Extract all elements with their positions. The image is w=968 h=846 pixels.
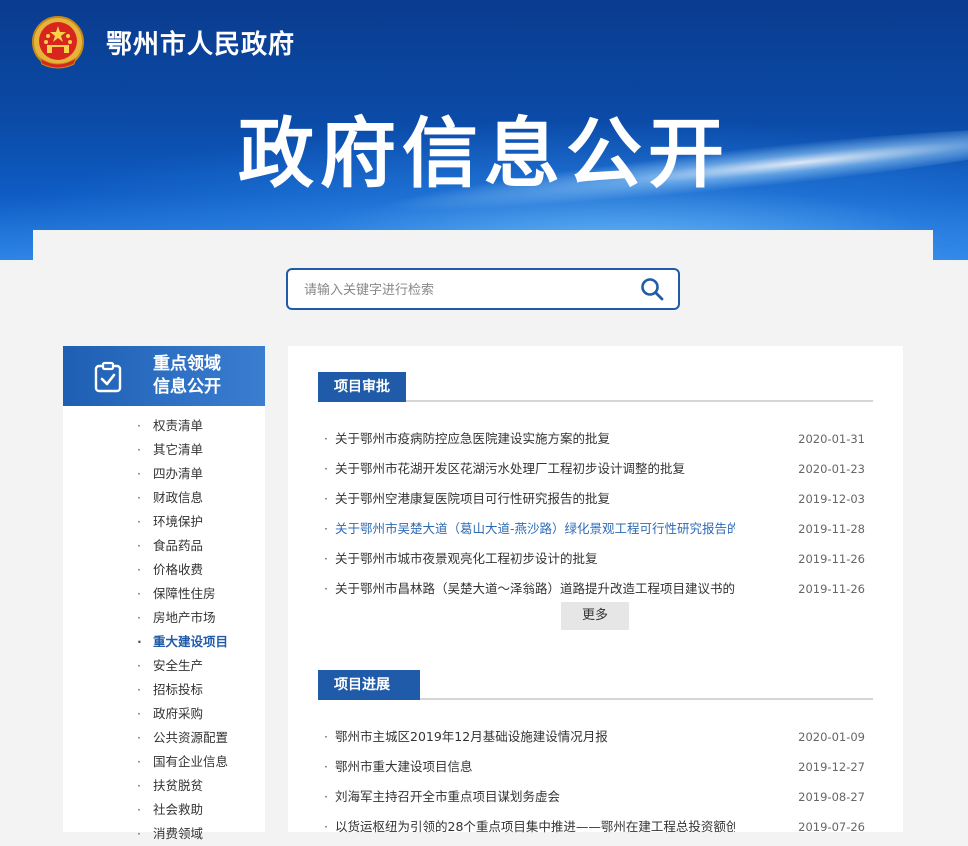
- sidebar-item-jiage[interactable]: 价格收费: [63, 558, 265, 582]
- item-title[interactable]: 关于鄂州市昌林路（吴楚大道～泽翁路）道路提升改造工程项目建议书的...: [335, 574, 735, 604]
- main-panel: 项目审批 关于鄂州市疫病防控应急医院建设实施方案的批复 2020-01-31 关于…: [288, 346, 903, 842]
- national-emblem-icon[interactable]: [30, 14, 86, 72]
- page-title: 政府信息公开: [238, 109, 730, 198]
- item-date: 2019-11-26: [798, 582, 865, 596]
- item-date: 2019-11-26: [798, 552, 865, 566]
- item-date: 2020-01-23: [798, 462, 865, 476]
- sidebar-item-xiaofei[interactable]: 消费领域: [63, 822, 265, 846]
- sidebar-item-guoqi[interactable]: 国有企业信息: [63, 750, 265, 774]
- sidebar-item-caizheng[interactable]: 财政信息: [63, 486, 265, 510]
- sidebar-item-shipin[interactable]: 食品药品: [63, 534, 265, 558]
- sidebar-item-caigou[interactable]: 政府采购: [63, 702, 265, 726]
- item-title[interactable]: 关于鄂州市城市夜景观亮化工程初步设计的批复: [335, 544, 735, 574]
- item-title[interactable]: 关于鄂州市疫病防控应急医院建设实施方案的批复: [335, 424, 735, 454]
- list-item[interactable]: 关于鄂州市昌林路（吴楚大道～泽翁路）道路提升改造工程项目建议书的... 2019-…: [318, 574, 873, 604]
- item-date: 2019-11-28: [798, 522, 865, 536]
- sidebar-title-line2: 信息公开: [153, 377, 221, 397]
- section-tab-progress[interactable]: 项目进展: [318, 670, 420, 700]
- header-banner: 鄂州市人民政府 政府信息公开: [0, 0, 968, 260]
- approval-list: 关于鄂州市疫病防控应急医院建设实施方案的批复 2020-01-31 关于鄂州市花湖…: [318, 424, 873, 604]
- sidebar-item-anquan[interactable]: 安全生产: [63, 654, 265, 678]
- sidebar-item-fangdichan[interactable]: 房地产市场: [63, 606, 265, 630]
- clipboard-check-icon: [94, 361, 122, 393]
- item-date: 2019-12-27: [798, 760, 865, 774]
- sidebar-item-zhongda-active[interactable]: 重大建设项目: [63, 630, 265, 654]
- list-item[interactable]: 以货运枢纽为引领的28个重点项目集中推进——鄂州在建工程总投资额创 2019-07…: [318, 812, 873, 842]
- search-icon[interactable]: [640, 277, 664, 301]
- sidebar-item-quanze[interactable]: 权责清单: [63, 414, 265, 438]
- sidebar-title-line1: 重点领域: [153, 354, 221, 374]
- sidebar-item-zhaobiao[interactable]: 招标投标: [63, 678, 265, 702]
- sidebar-header: 重点领域 信息公开: [63, 346, 265, 406]
- item-title[interactable]: 关于鄂州市花湖开发区花湖污水处理厂工程初步设计调整的批复: [335, 454, 735, 484]
- item-date: 2019-12-03: [798, 492, 865, 506]
- list-item[interactable]: 刘海军主持召开全市重点项目谋划务虚会 2019-08-27: [318, 782, 873, 812]
- sidebar-title: 重点领域 信息公开: [153, 353, 221, 399]
- item-date: 2020-01-31: [798, 432, 865, 446]
- list-item[interactable]: 关于鄂州空港康复医院项目可行性研究报告的批复 2019-12-03: [318, 484, 873, 514]
- sidebar-item-qita[interactable]: 其它清单: [63, 438, 265, 462]
- item-date: 2020-01-09: [798, 730, 865, 744]
- site-name[interactable]: 鄂州市人民政府: [106, 24, 295, 61]
- item-title[interactable]: 鄂州市主城区2019年12月基础设施建设情况月报: [335, 722, 735, 752]
- section-header: 项目审批: [318, 370, 873, 402]
- sidebar: 重点领域 信息公开 权责清单 其它清单 四办清单 财政信息 环境保护 食品药品 …: [63, 346, 265, 846]
- content-container: 重点领域 信息公开 权责清单 其它清单 四办清单 财政信息 环境保护 食品药品 …: [33, 230, 933, 846]
- search-input[interactable]: [302, 270, 626, 310]
- sidebar-item-fupin[interactable]: 扶贫脱贫: [63, 774, 265, 798]
- item-title[interactable]: 关于鄂州市吴楚大道（葛山大道-燕沙路）绿化景观工程可行性研究报告的...: [335, 514, 735, 544]
- list-item[interactable]: 鄂州市重大建设项目信息 2019-12-27: [318, 752, 873, 782]
- section-tab-approval[interactable]: 项目审批: [318, 372, 406, 402]
- sidebar-item-gonggong[interactable]: 公共资源配置: [63, 726, 265, 750]
- more-button[interactable]: 更多: [561, 602, 629, 630]
- sidebar-item-huanjing[interactable]: 环境保护: [63, 510, 265, 534]
- list-item-hovered[interactable]: 关于鄂州市吴楚大道（葛山大道-燕沙路）绿化景观工程可行性研究报告的... 2019…: [318, 514, 873, 544]
- item-date: 2019-08-27: [798, 790, 865, 804]
- section-header: 项目进展: [318, 668, 873, 700]
- sidebar-item-siban[interactable]: 四办清单: [63, 462, 265, 486]
- search-box: [286, 268, 680, 310]
- section-approval: 项目审批 关于鄂州市疫病防控应急医院建设实施方案的批复 2020-01-31 关于…: [318, 370, 873, 630]
- list-item[interactable]: 关于鄂州市疫病防控应急医院建设实施方案的批复 2020-01-31: [318, 424, 873, 454]
- item-title[interactable]: 以货运枢纽为引领的28个重点项目集中推进——鄂州在建工程总投资额创: [335, 812, 735, 842]
- list-item[interactable]: 关于鄂州市花湖开发区花湖污水处理厂工程初步设计调整的批复 2020-01-23: [318, 454, 873, 484]
- item-title[interactable]: 关于鄂州空港康复医院项目可行性研究报告的批复: [335, 484, 735, 514]
- sidebar-list: 权责清单 其它清单 四办清单 财政信息 环境保护 食品药品 价格收费 保障性住房…: [63, 414, 265, 846]
- item-date: 2019-07-26: [798, 820, 865, 834]
- list-item[interactable]: 关于鄂州市城市夜景观亮化工程初步设计的批复 2019-11-26: [318, 544, 873, 574]
- item-title[interactable]: 鄂州市重大建设项目信息: [335, 752, 735, 782]
- sidebar-item-baozhangfang[interactable]: 保障性住房: [63, 582, 265, 606]
- section-progress: 项目进展 鄂州市主城区2019年12月基础设施建设情况月报 2020-01-09 …: [318, 668, 873, 842]
- list-item[interactable]: 鄂州市主城区2019年12月基础设施建设情况月报 2020-01-09: [318, 722, 873, 752]
- item-title[interactable]: 刘海军主持召开全市重点项目谋划务虚会: [335, 782, 735, 812]
- progress-list: 鄂州市主城区2019年12月基础设施建设情况月报 2020-01-09 鄂州市重大…: [318, 722, 873, 842]
- sidebar-item-jiuzhu[interactable]: 社会救助: [63, 798, 265, 822]
